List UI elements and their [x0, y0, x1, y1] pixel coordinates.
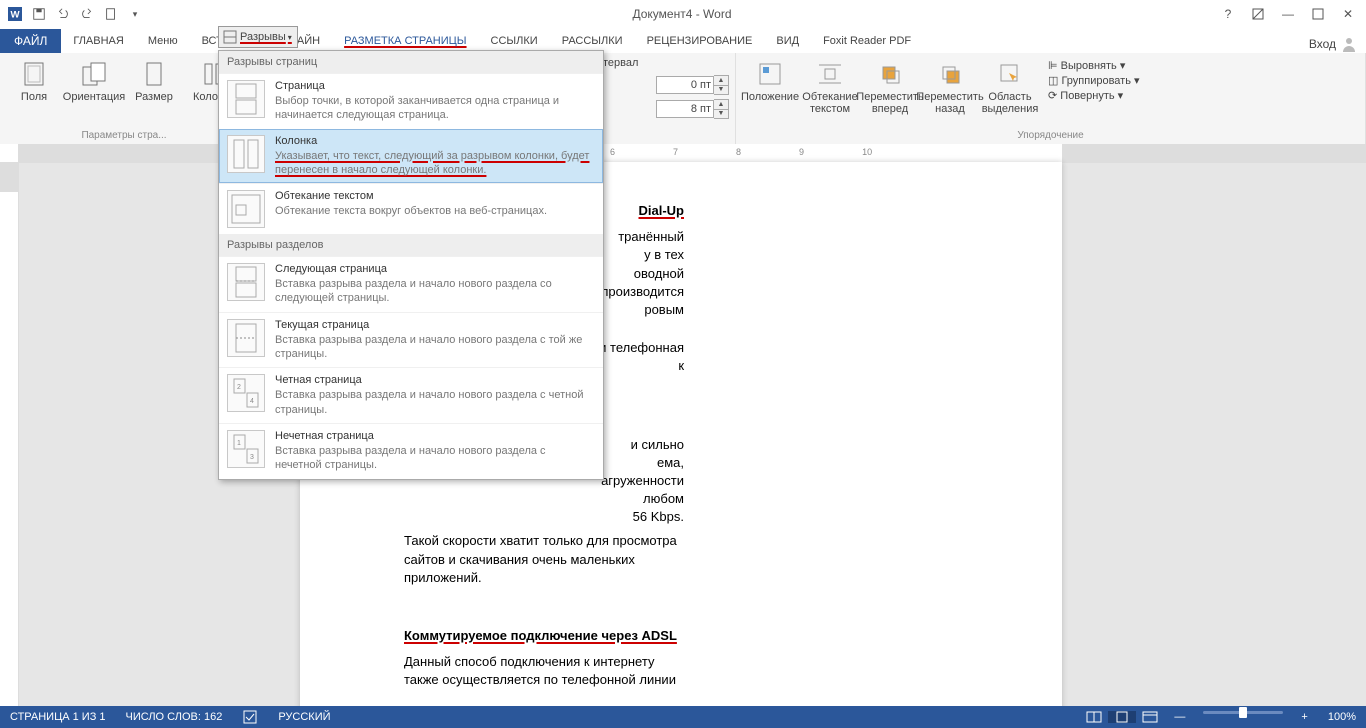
- align-button[interactable]: ⊫ Выровнять ▾: [1048, 59, 1140, 72]
- group-page-setup: Поля Ориентация Размер Колонки Параметры…: [0, 53, 249, 145]
- redo-icon[interactable]: [76, 3, 98, 25]
- section-even-icon: 24: [227, 374, 265, 412]
- view-read-icon[interactable]: [1080, 711, 1108, 723]
- word-icon[interactable]: W: [4, 3, 26, 25]
- dd-item-odd-page[interactable]: 13 Нечетная страницаВставка разрыва разд…: [219, 423, 603, 479]
- dd-item-even-page[interactable]: 24 Четная страницаВставка разрыва раздел…: [219, 367, 603, 423]
- page-break-icon: [227, 80, 265, 118]
- dd-item-column[interactable]: КолонкаУказывает, что текст, следующий з…: [219, 129, 603, 184]
- vertical-ruler[interactable]: [0, 162, 19, 706]
- ribbon-options-icon[interactable]: [1244, 3, 1272, 25]
- window-title: Документ4 - Word: [150, 7, 1214, 21]
- svg-text:1: 1: [237, 440, 241, 447]
- dropdown-section-header: Разрывы разделов: [219, 234, 603, 256]
- zoom-in-icon[interactable]: +: [1291, 711, 1317, 723]
- svg-text:W: W: [10, 10, 20, 21]
- minimize-icon[interactable]: —: [1274, 3, 1302, 25]
- tab-home[interactable]: ГЛАВНАЯ: [61, 29, 135, 53]
- tab-foxit[interactable]: Foxit Reader PDF: [811, 29, 923, 53]
- document-area: ⌐ 678910 Dial-Up транённый у в тех оводн…: [0, 144, 1366, 706]
- spinner-icon[interactable]: ▲▼: [714, 99, 729, 119]
- spacing-label: Интервал: [589, 55, 729, 69]
- position-button[interactable]: Положение: [742, 55, 798, 103]
- svg-text:3: 3: [250, 454, 254, 461]
- title-bar: W ▾ Документ4 - Word ? — ✕: [0, 0, 1366, 29]
- status-word-count[interactable]: ЧИСЛО СЛОВ: 162: [116, 706, 233, 728]
- group-spacing: Интервал 0 пт▲▼ 8 пт▲▼: [583, 53, 736, 145]
- tab-review[interactable]: РЕЦЕНЗИРОВАНИЕ: [635, 29, 765, 53]
- ribbon-tabs: ФАЙЛ ГЛАВНАЯ Меню ВСТАВКА ДИЗАЙН РАЗМЕТК…: [0, 29, 1366, 53]
- tab-view[interactable]: ВИД: [764, 29, 811, 53]
- dd-item-continuous[interactable]: Текущая страницаВставка разрыва раздела …: [219, 312, 603, 368]
- text-wrap-icon: [227, 190, 265, 228]
- size-button[interactable]: Размер: [126, 55, 182, 103]
- login-link[interactable]: Вход: [1309, 37, 1336, 51]
- orientation-button[interactable]: Ориентация: [66, 55, 122, 103]
- status-spell-icon[interactable]: [232, 706, 268, 728]
- zoom-level[interactable]: 100%: [1318, 711, 1366, 723]
- group-label: Упорядочение: [742, 130, 1359, 143]
- status-bar: СТРАНИЦА 1 ИЗ 1 ЧИСЛО СЛОВ: 162 РУССКИЙ …: [0, 706, 1366, 728]
- status-page[interactable]: СТРАНИЦА 1 ИЗ 1: [0, 706, 116, 728]
- zoom-out-icon[interactable]: —: [1164, 711, 1195, 723]
- section-odd-icon: 13: [227, 430, 265, 468]
- svg-text:2: 2: [237, 384, 241, 391]
- spacing-before-input[interactable]: 0 пт: [656, 76, 714, 94]
- status-language[interactable]: РУССКИЙ: [268, 706, 340, 728]
- group-arrange: Положение Обтекание текстом Переместить …: [736, 53, 1366, 145]
- margins-button[interactable]: Поля: [6, 55, 62, 103]
- group-label: Параметры стра...: [6, 130, 242, 143]
- heading-adsl: Коммутируемое подключение через ADSL: [404, 627, 684, 645]
- save-icon[interactable]: [28, 3, 50, 25]
- dd-item-text-wrap[interactable]: Обтекание текстомОбтекание текста вокруг…: [219, 183, 603, 234]
- qat-customize-icon[interactable]: ▾: [124, 3, 146, 25]
- view-web-icon[interactable]: [1136, 711, 1164, 723]
- spacing-after-input[interactable]: 8 пт: [656, 100, 714, 118]
- new-doc-icon[interactable]: [100, 3, 122, 25]
- dd-item-next-page[interactable]: Следующая страницаВставка разрыва раздел…: [219, 256, 603, 312]
- breaks-dropdown-trigger[interactable]: Разрывы▾: [218, 26, 298, 48]
- dd-item-page[interactable]: СтраницаВыбор точки, в которой заканчива…: [219, 73, 603, 129]
- view-print-icon[interactable]: [1108, 711, 1136, 723]
- ribbon: Поля Ориентация Размер Колонки Параметры…: [0, 53, 1366, 146]
- send-backward-button[interactable]: Переместить назад: [922, 55, 978, 115]
- horizontal-ruler[interactable]: 678910: [0, 144, 1366, 163]
- spinner-icon[interactable]: ▲▼: [714, 75, 729, 95]
- breaks-dropdown: Разрывы страниц СтраницаВыбор точки, в к…: [218, 50, 604, 480]
- maximize-icon[interactable]: [1304, 3, 1332, 25]
- zoom-slider[interactable]: [1203, 711, 1283, 714]
- dropdown-section-header: Разрывы страниц: [219, 51, 603, 73]
- rotate-button[interactable]: ⟳ Повернуть ▾: [1048, 89, 1140, 102]
- selection-pane-button[interactable]: Область выделения: [982, 55, 1038, 115]
- help-icon[interactable]: ?: [1214, 3, 1242, 25]
- group-button[interactable]: ◫ Группировать ▾: [1048, 74, 1140, 87]
- quick-access-toolbar: W ▾: [0, 3, 150, 25]
- tab-menu[interactable]: Меню: [136, 29, 190, 53]
- user-icon: [1340, 35, 1358, 53]
- column-break-icon: [227, 135, 265, 173]
- section-continuous-icon: [227, 319, 265, 357]
- wrap-text-button[interactable]: Обтекание текстом: [802, 55, 858, 115]
- tab-file[interactable]: ФАЙЛ: [0, 29, 61, 53]
- bring-forward-button[interactable]: Переместить вперед: [862, 55, 918, 115]
- undo-icon[interactable]: [52, 3, 74, 25]
- section-next-icon: [227, 263, 265, 301]
- close-icon[interactable]: ✕: [1334, 3, 1362, 25]
- svg-text:4: 4: [250, 398, 254, 405]
